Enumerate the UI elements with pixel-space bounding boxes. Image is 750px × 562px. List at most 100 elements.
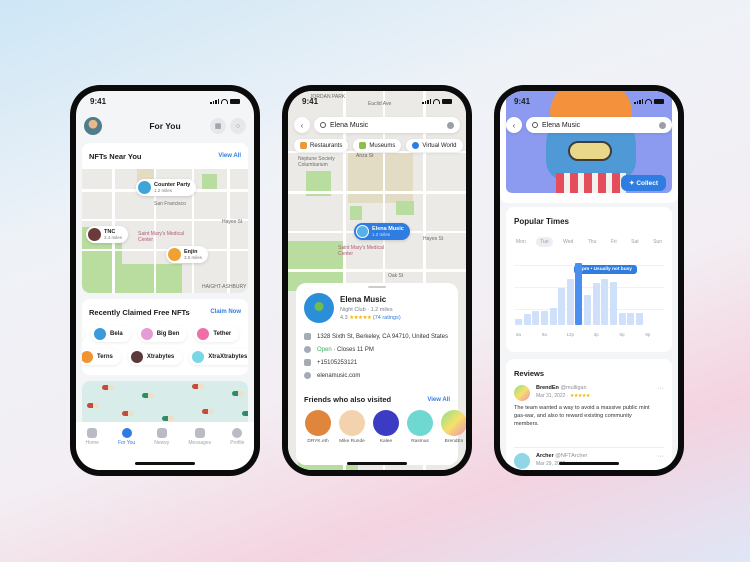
chart-bar-5p[interactable] [609, 281, 617, 325]
nft-chip[interactable]: la [82, 326, 85, 342]
calendar-icon: ▦ [214, 123, 222, 130]
day-tab-sun[interactable]: Sun [649, 237, 666, 247]
friend-item[interactable]: Mike Runde [338, 410, 366, 444]
day-tab-thu[interactable]: Thu [584, 237, 601, 247]
x-tick-label: 9p [645, 332, 651, 337]
clear-icon[interactable] [659, 121, 666, 129]
nft-chip[interactable]: Xtrabytes [127, 349, 183, 365]
avatar[interactable] [84, 117, 102, 135]
calendar-button[interactable]: ▦ [210, 118, 226, 134]
phone-map-detail: JORDAN PARK Euclid Ave Neptune Society C… [282, 85, 472, 476]
category-virtual-world[interactable]: Virtual World [406, 139, 463, 152]
venue-sheet: Elena Music Night Club · 1.2 miles 4.3 ★… [296, 283, 466, 465]
reviewer-avatar [514, 453, 530, 469]
chart-bar-6p[interactable] [618, 312, 626, 325]
chip-label: Big Ben [156, 331, 180, 337]
chart-bar-7p[interactable] [627, 312, 635, 325]
claim-now-link[interactable]: Claim Now [210, 309, 241, 315]
day-tab-wed[interactable]: Wed [559, 237, 577, 247]
category-museums[interactable]: Museums [353, 139, 402, 152]
wifi-icon [433, 98, 440, 104]
status-bar: 9:41 [288, 91, 466, 111]
map-pin-tnc[interactable]: TNC 3.4 miles [86, 226, 129, 243]
status-bar: 9:41 [76, 91, 254, 111]
day-tab-fri[interactable]: Fri [607, 237, 621, 247]
search-icon [320, 122, 326, 128]
search-input[interactable]: Elena Music [314, 117, 460, 133]
nft-chip[interactable]: Tether [194, 326, 240, 342]
status-time: 9:41 [514, 96, 531, 106]
friend-item[interactable]: Rasmus [406, 410, 434, 444]
chip-label: XtraXtrabytes [208, 354, 248, 360]
map-pin-counter-party[interactable]: Counter Party 1.2 miles [136, 179, 197, 196]
chart-bar-8p[interactable] [635, 312, 643, 325]
battery-icon [654, 98, 664, 104]
collect-button[interactable]: ✦ Collect [621, 175, 666, 191]
tab-for-you[interactable]: For You [118, 428, 135, 470]
popular-times-title: Popular Times [514, 217, 569, 226]
nft-chip[interactable]: Big Ben [137, 326, 188, 342]
clear-icon[interactable] [447, 121, 454, 129]
map-label: Hayes St [222, 219, 243, 225]
screen-venue-stats: ✦ Collect 9:41 ‹ Elena Music Popular Tim… [500, 91, 678, 470]
sheet-grabber[interactable] [368, 286, 386, 288]
phone-text: +15105253121 [317, 359, 358, 366]
search-button[interactable]: ○ [230, 118, 246, 134]
chart-bar-10a[interactable] [549, 308, 557, 325]
view-all-link[interactable]: View All [218, 153, 241, 159]
building-icon [304, 333, 311, 340]
chart-bar-6a[interactable] [515, 318, 522, 325]
friend-item[interactable]: Kalee [372, 410, 400, 444]
friend-item[interactable]: BrendEn [440, 410, 466, 444]
back-button[interactable]: ‹ [506, 117, 522, 133]
friend-item[interactable]: DRYK.eth [304, 410, 332, 444]
nft-chip[interactable]: XtraXtrabytes [189, 349, 248, 365]
category-filters: Restaurants Museums Virtual World [294, 139, 463, 152]
nft-chip[interactable]: Terns [82, 349, 121, 365]
chart-bar-12p[interactable] [566, 278, 574, 325]
friends-view-all-link[interactable]: View All [427, 397, 450, 403]
recently-claimed-card: Recently Claimed Free NFTs Claim Now la … [82, 299, 248, 375]
venue-avatar [304, 293, 334, 323]
category-label: Museums [369, 142, 396, 149]
search-icon [532, 122, 538, 128]
map-label: Neptune Society Columbarium [298, 156, 335, 168]
home-indicator [559, 462, 619, 465]
chart-bar-4p[interactable] [601, 278, 609, 325]
reviews-card: Reviews BrendEn @mulligan Mar 31, 2022 ·… [506, 359, 672, 470]
chart-bar-7a[interactable] [523, 313, 531, 325]
search-input[interactable]: Elena Music [526, 117, 672, 133]
reviewer-handle: @mulligan [560, 385, 587, 391]
chart-bar-11a[interactable] [558, 287, 566, 325]
map-pin-enjin[interactable]: Enjin 3.5 miles [166, 246, 209, 263]
venue-website[interactable]: elenamusic.com [304, 372, 450, 379]
map-pin-elena-music[interactable]: Elena Music 1.2 miles [354, 223, 410, 240]
chart-bar-8a[interactable] [532, 311, 540, 325]
chip-label: Tether [213, 331, 232, 337]
friend-name: BrendEn [444, 439, 464, 444]
battery-icon [442, 98, 452, 104]
chart-bar-9a[interactable] [540, 311, 548, 325]
back-button[interactable]: ‹ [294, 117, 310, 133]
category-restaurants[interactable]: Restaurants [294, 139, 349, 152]
nft-map[interactable]: San Francisco Saint Mary's Medical Cente… [82, 169, 248, 293]
star-icon: ✦ [629, 180, 635, 187]
chart-bar-1p[interactable] [575, 263, 583, 325]
chart-bar-3p[interactable] [592, 282, 600, 325]
day-tab-mon[interactable]: Mon [512, 237, 530, 247]
chart-bar-2p[interactable] [584, 295, 591, 325]
tab-home[interactable]: Home [86, 428, 99, 470]
venue-phone[interactable]: +15105253121 [304, 359, 450, 366]
more-icon[interactable]: ··· [657, 385, 664, 392]
nft-chip[interactable]: Bela [91, 326, 131, 342]
ratings-count[interactable]: (74 ratings) [373, 315, 401, 321]
tab-profile[interactable]: Profile [230, 428, 244, 470]
x-tick-label: 12p [566, 332, 575, 337]
pin-distance: 3.4 miles [104, 235, 123, 240]
day-tab-sat[interactable]: Sat [627, 237, 643, 247]
reviewer-handle: @NFTArcher [555, 453, 588, 459]
day-tab-tue[interactable]: Tue [536, 237, 553, 247]
globe-icon [304, 372, 311, 379]
more-icon[interactable]: ··· [657, 453, 664, 460]
status-time: 9:41 [302, 96, 319, 106]
